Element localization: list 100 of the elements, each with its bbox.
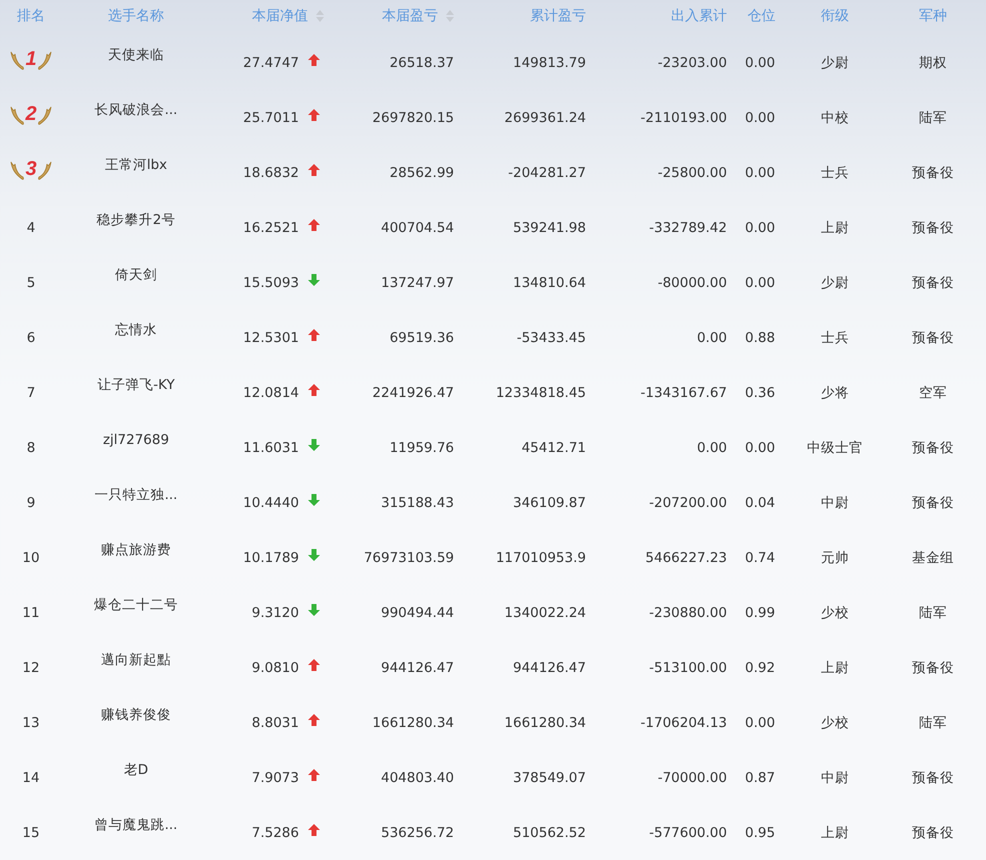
table-cell: 315188.43 xyxy=(380,494,454,510)
table-cell: 134810.64 xyxy=(512,274,586,290)
table-cell: 7.9073 xyxy=(252,770,299,786)
table-cell: 陆军 xyxy=(919,604,947,622)
table-cell: 空军 xyxy=(919,384,947,402)
table-cell: 944126.47 xyxy=(380,660,454,676)
player-name: 赚点旅游费 xyxy=(101,540,171,558)
rank-number: 3 xyxy=(25,158,37,181)
table-cell: 预备役 xyxy=(912,824,954,842)
table-cell: 少校 xyxy=(821,714,849,732)
player-name: 赚钱养俊俊 xyxy=(101,706,171,724)
table-cell: -1706204.13 xyxy=(640,714,727,730)
table-cell: 11959.76 xyxy=(390,440,454,456)
column-header: 选手名称 xyxy=(108,7,164,25)
sort-icon[interactable] xyxy=(446,10,454,22)
table-cell: 0.74 xyxy=(745,550,776,566)
table-cell: 0.00 xyxy=(745,274,776,290)
table-cell: 预备役 xyxy=(912,768,954,786)
column-header: 累计盈亏 xyxy=(530,7,586,25)
table-cell: 346109.87 xyxy=(512,494,586,510)
table-cell: 期权 xyxy=(919,54,947,72)
rank-number: 1 xyxy=(25,48,37,71)
table-cell: 1340022.24 xyxy=(504,604,586,620)
table-cell: 378549.07 xyxy=(512,770,586,786)
rank-number: 5 xyxy=(26,274,36,290)
table-cell: 中尉 xyxy=(821,768,849,786)
rank-number: 10 xyxy=(22,550,40,566)
player-name: 倚天剑 xyxy=(115,266,157,284)
table-cell: 2697820.15 xyxy=(372,110,454,126)
table-cell: 0.00 xyxy=(745,220,776,236)
table-cell: 12.5301 xyxy=(243,330,299,346)
table-cell: 预备役 xyxy=(912,274,954,292)
table-cell: 士兵 xyxy=(821,328,849,346)
table-cell: 0.95 xyxy=(745,824,776,840)
table-cell: 76973103.59 xyxy=(364,550,454,566)
table-cell: 0.00 xyxy=(696,330,727,346)
table-cell: -70000.00 xyxy=(658,770,727,786)
rank-number: 6 xyxy=(26,330,36,346)
table-cell: 少校 xyxy=(821,604,849,622)
table-cell: 9.3120 xyxy=(252,604,299,620)
table-cell: -2110193.00 xyxy=(640,110,727,126)
rank-number: 8 xyxy=(26,440,36,456)
table-cell: -53433.45 xyxy=(516,330,586,346)
table-cell: 944126.47 xyxy=(512,660,586,676)
table-cell: 0.00 xyxy=(745,440,776,456)
table-cell: 士兵 xyxy=(821,164,849,182)
player-name: 曾与魔鬼跳... xyxy=(94,816,178,834)
player-name: 稳步攀升2号 xyxy=(96,210,176,228)
sort-icon[interactable] xyxy=(316,10,324,22)
table-cell: -207200.00 xyxy=(649,494,727,510)
table-cell: 11.6031 xyxy=(243,440,299,456)
table-cell: -204281.27 xyxy=(508,164,586,180)
table-cell: 26518.37 xyxy=(390,54,454,70)
table-cell: 0.00 xyxy=(696,440,727,456)
table-cell: 45412.71 xyxy=(522,440,586,456)
table-cell: 8.8031 xyxy=(252,714,299,730)
rank-number: 7 xyxy=(26,384,36,400)
player-name: 老D xyxy=(124,760,148,778)
table-cell: 404803.40 xyxy=(380,770,454,786)
table-cell: 少将 xyxy=(821,384,849,402)
table-cell: 2241926.47 xyxy=(372,384,454,400)
rank-number: 12 xyxy=(22,660,40,676)
rank-number: 14 xyxy=(22,770,40,786)
rank-number: 4 xyxy=(26,220,36,236)
column-header: 衔级 xyxy=(821,7,849,25)
table-cell: 0.92 xyxy=(745,660,776,676)
table-cell: 中校 xyxy=(821,108,849,126)
table-cell: 陆军 xyxy=(919,108,947,126)
table-cell: -332789.42 xyxy=(649,220,727,236)
table-cell: 5466227.23 xyxy=(645,550,727,566)
table-cell: 0.87 xyxy=(745,770,776,786)
player-name: zjl727689 xyxy=(102,432,170,448)
table-cell: 2699361.24 xyxy=(504,110,586,126)
table-cell: 1661280.34 xyxy=(504,714,586,730)
table-cell: 0.36 xyxy=(745,384,776,400)
table-cell: 0.04 xyxy=(745,494,776,510)
table-cell: -230880.00 xyxy=(649,604,727,620)
table-cell: 10.1789 xyxy=(243,550,299,566)
column-header: 排名 xyxy=(17,7,45,25)
table-cell: 117010953.9 xyxy=(496,550,586,566)
rank-number: 13 xyxy=(22,714,40,730)
table-cell: -513100.00 xyxy=(649,660,727,676)
rank-number: 2 xyxy=(25,103,37,126)
table-cell: 预备役 xyxy=(912,164,954,182)
table-cell: 0.88 xyxy=(745,330,776,346)
table-cell: 16.2521 xyxy=(243,220,299,236)
column-header[interactable]: 本届盈亏 xyxy=(382,7,438,25)
table-cell: 上尉 xyxy=(821,824,849,842)
table-cell: 0.00 xyxy=(745,164,776,180)
column-header: 仓位 xyxy=(748,7,776,25)
rank-number: 11 xyxy=(22,604,40,620)
table-cell: 预备役 xyxy=(912,328,954,346)
table-cell: 0.00 xyxy=(745,110,776,126)
column-header[interactable]: 本届净值 xyxy=(252,7,308,25)
player-name: 爆仓二十二号 xyxy=(94,596,178,614)
table-cell: 12.0814 xyxy=(243,384,299,400)
table-cell: 预备役 xyxy=(912,494,954,512)
table-cell: 149813.79 xyxy=(512,54,586,70)
table-cell: 25.7011 xyxy=(243,110,299,126)
table-cell: 少尉 xyxy=(821,54,849,72)
